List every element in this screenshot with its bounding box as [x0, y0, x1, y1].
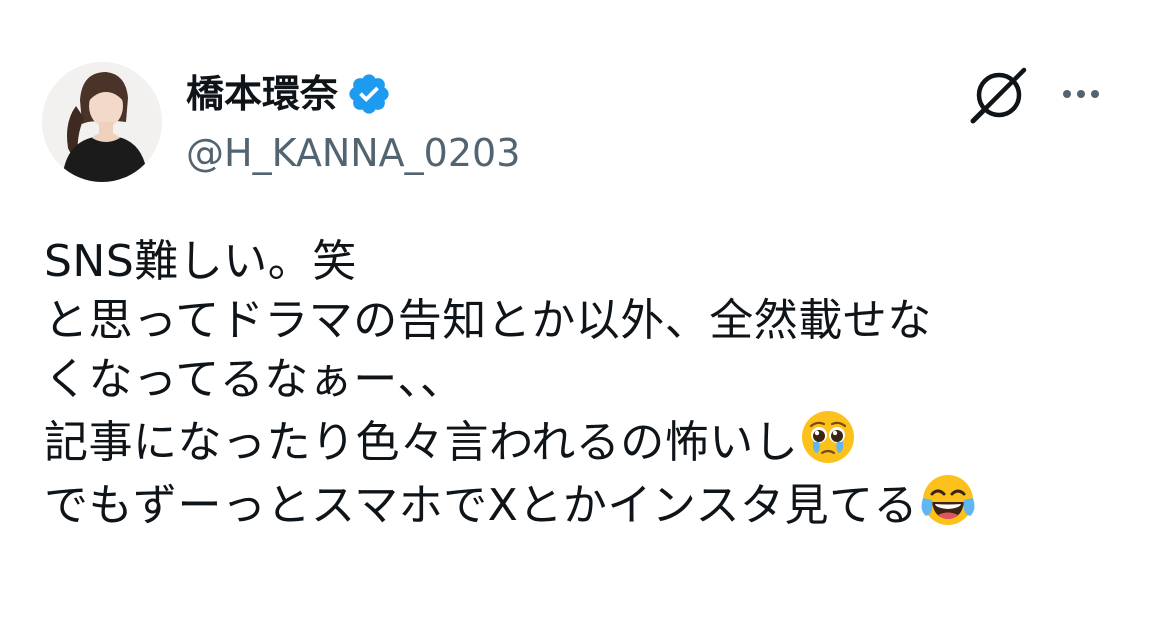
tweet-line-4-wrap: 記事になったり色々言われるの怖いし — [44, 409, 1134, 472]
tweet-line-3: くなってるなぁー、、 — [44, 354, 465, 405]
author-display-name[interactable]: 橋本環奈 — [186, 66, 338, 122]
tweet-line-5-wrap: でもずーっとスマホでXとかインスタ見てる — [44, 472, 1134, 535]
author-handle[interactable]: @H_KANNA_0203 — [186, 128, 520, 178]
tweet-line-1: SNS難しい。笑 — [44, 236, 357, 287]
verified-badge-icon — [346, 71, 392, 117]
face-with-tears-of-joy-emoji — [920, 472, 976, 528]
tweet-line-5: でもずーっとスマホでXとかインスタ見てる — [44, 480, 918, 531]
grok-icon[interactable] — [968, 64, 1030, 126]
more-horizontal-icon[interactable] — [1056, 72, 1106, 116]
tweet-line-2: と思ってドラマの告知とか以外、全然載せな — [44, 295, 932, 346]
pleading-face-with-tears-emoji — [800, 409, 856, 465]
author-name-row: 橋本環奈 — [186, 66, 392, 122]
tweet-line-4: 記事になったり色々言われるの怖いし — [44, 417, 799, 468]
avatar[interactable] — [42, 62, 162, 182]
tweet-text: SNS難しい。笑 と思ってドラマの告知とか以外、全然載せな くなってるなぁー、、… — [44, 232, 1134, 535]
tweet-card: 橋本環奈 @H_KANNA_0203 SNS難しい。笑 と思ってドラマの告知とか… — [0, 0, 1158, 639]
